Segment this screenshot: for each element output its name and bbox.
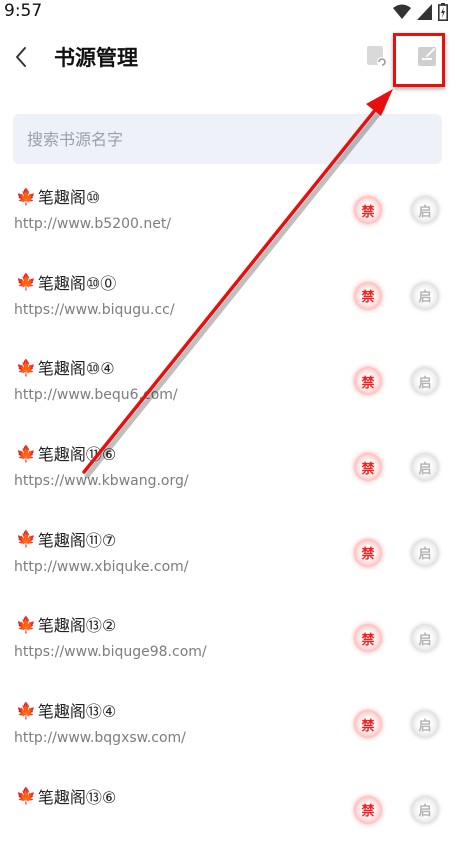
search-input[interactable]: [13, 114, 442, 164]
source-row[interactable]: 🍁 笔趣阁⑪⑦ http://www.xbiquke.com/ 禁 启: [0, 519, 458, 605]
source-url: https://www.kbwang.org/: [14, 473, 189, 490]
source-name: 🍁 笔趣阁⑪⑦: [16, 529, 117, 550]
source-row[interactable]: 🍁 笔趣阁⑩ http://www.b5200.net/ 禁 启: [0, 176, 458, 262]
maple-leaf-icon: 🍁: [16, 443, 36, 463]
source-url: http://www.xbiquke.com/: [14, 558, 189, 575]
highlight-box: [393, 33, 445, 87]
maple-leaf-icon: 🍁: [16, 614, 36, 634]
source-name: 🍁 笔趣阁⑬④: [16, 700, 117, 722]
maple-leaf-icon: 🍁: [16, 529, 36, 549]
status-icons: [393, 3, 448, 21]
ban-button[interactable]: 禁: [354, 196, 382, 224]
enable-button[interactable]: 启: [411, 624, 439, 653]
source-name: 🍁 笔趣阁⑬⑥: [16, 786, 117, 807]
maple-leaf-icon: 🍁: [16, 786, 36, 806]
source-url: http://www.b5200.net/: [14, 216, 172, 232]
source-name: 🍁 笔趣阁⑬②: [16, 614, 117, 636]
source-url: http://www.bqgxsw.com/: [14, 730, 186, 747]
back-arrow-icon[interactable]: [10, 42, 38, 72]
source-url: http://www.bequ6.com/: [14, 387, 178, 404]
import-source-icon[interactable]: [364, 43, 390, 69]
enable-button[interactable]: 启: [411, 453, 439, 482]
enable-button[interactable]: 启: [411, 281, 439, 310]
source-url: https://www.biquge98.com/: [14, 644, 207, 661]
enable-button[interactable]: 启: [411, 367, 439, 396]
maple-leaf-icon: 🍁: [16, 186, 36, 206]
maple-leaf-icon: 🍁: [16, 357, 36, 377]
enable-button[interactable]: 启: [411, 710, 439, 739]
source-name: 🍁 笔趣阁⑩④: [16, 357, 115, 379]
ban-button[interactable]: 禁: [354, 710, 382, 739]
app-header: 书源管理: [0, 30, 458, 86]
source-name: 🍁 笔趣阁⑪⑥: [16, 443, 117, 465]
source-row[interactable]: 🍁 笔趣阁⑩④ http://www.bequ6.com/ 禁 启: [0, 347, 458, 433]
source-row[interactable]: 🍁 笔趣阁⑬② https://www.biquge98.com/ 禁 启: [0, 604, 458, 690]
source-row[interactable]: 🍁 笔趣阁⑩⓪ https://www.biqugu.cc/ 禁 启: [0, 262, 458, 348]
ban-button[interactable]: 禁: [354, 624, 382, 653]
enable-button[interactable]: 启: [411, 538, 439, 567]
status-bar: 9:57: [0, 0, 458, 24]
source-name: 🍁 笔趣阁⑩: [16, 186, 101, 208]
ban-button[interactable]: 禁: [354, 367, 382, 396]
maple-leaf-icon: 🍁: [16, 272, 36, 292]
signal-icon: [417, 4, 432, 20]
source-url: https://www.biqugu.cc/: [14, 301, 175, 318]
source-name: 🍁 笔趣阁⑩⓪: [16, 272, 117, 293]
enable-button[interactable]: 启: [411, 196, 439, 224]
wifi-icon: [393, 4, 411, 19]
battery-icon: [438, 3, 448, 21]
ban-button[interactable]: 禁: [354, 538, 382, 567]
source-row[interactable]: 🍁 笔趣阁⑬④ http://www.bqgxsw.com/ 禁 启: [0, 690, 458, 776]
ban-button[interactable]: 禁: [354, 453, 382, 482]
ban-button[interactable]: 禁: [354, 281, 382, 310]
maple-leaf-icon: 🍁: [16, 700, 36, 720]
source-row[interactable]: 🍁 笔趣阁⑬⑥ 禁 启: [0, 776, 458, 862]
source-row[interactable]: 🍁 笔趣阁⑪⑥ https://www.kbwang.org/ 禁 启: [0, 433, 458, 519]
page-title: 书源管理: [54, 46, 138, 70]
status-time: 9:57: [4, 1, 43, 21]
source-list: 🍁 笔趣阁⑩ http://www.b5200.net/ 禁 启 🍁 笔趣阁⑩⓪ h…: [0, 176, 458, 862]
